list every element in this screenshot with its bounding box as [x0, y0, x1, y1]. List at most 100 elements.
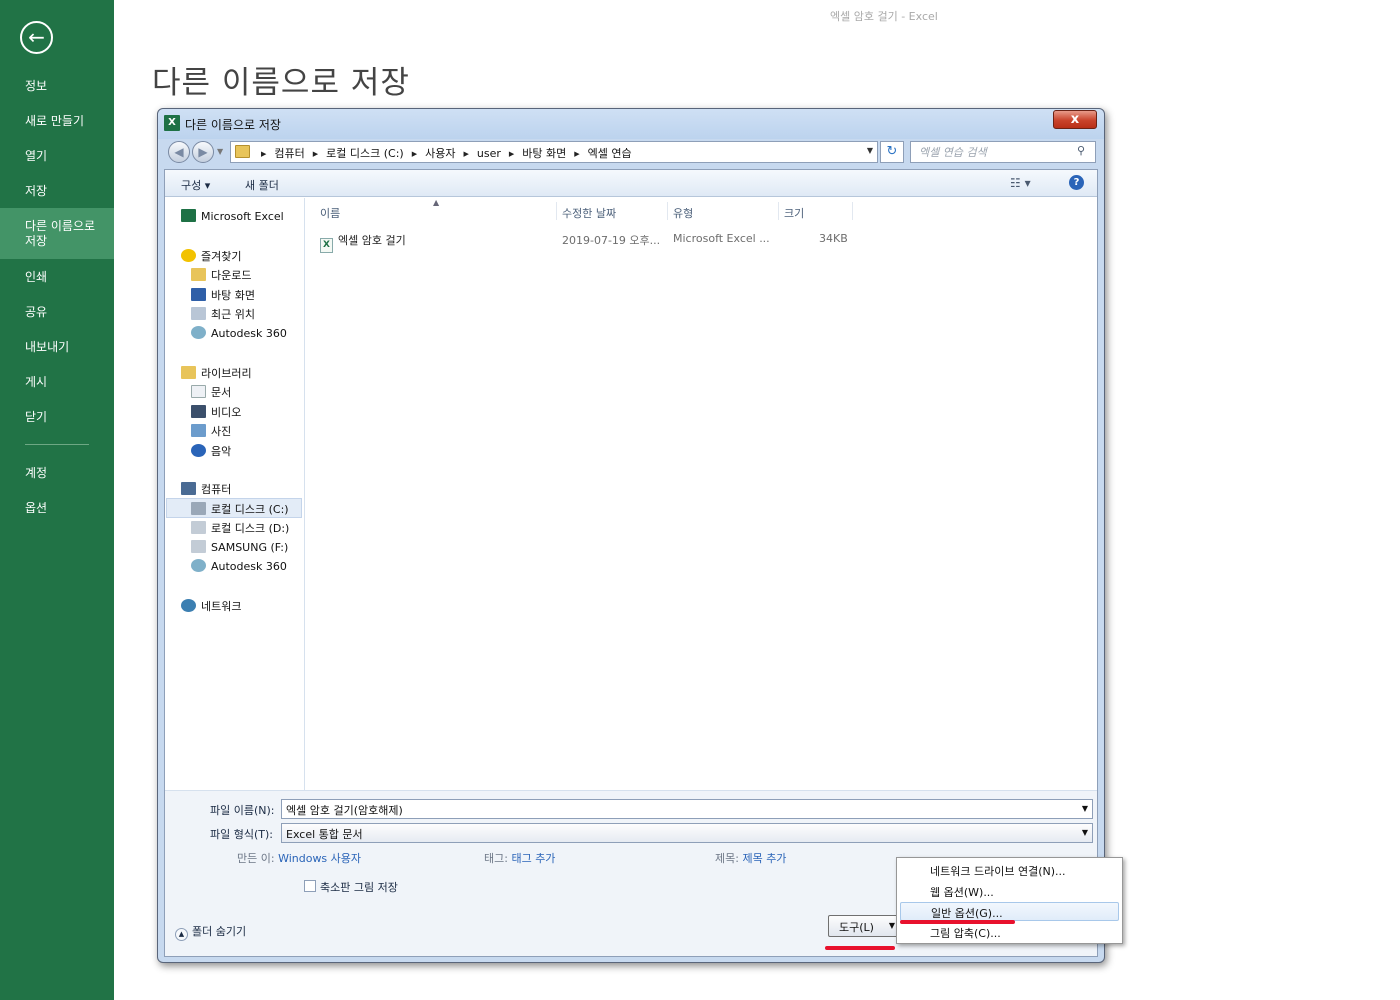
star-icon	[181, 249, 196, 262]
nav-publish[interactable]: 게시	[0, 375, 114, 390]
address-bar[interactable]: ▶ 컴퓨터 ▶ 로컬 디스크 (C:) ▶ 사용자 ▶ user ▶ 바탕 화면 ▶ 엑셀 연습 ▼	[230, 141, 878, 163]
title-field: 제목: 제목 추가	[715, 852, 787, 865]
nav-pane-network[interactable]: 네트워크	[181, 598, 241, 614]
removable-drive-icon	[191, 540, 206, 553]
save-thumbnail-checkbox[interactable]	[304, 880, 316, 892]
nav-pane-microsoft-excel[interactable]: Microsoft Excel	[181, 209, 284, 223]
chevron-down-icon[interactable]: ▼	[1082, 804, 1088, 813]
nav-export[interactable]: 내보내기	[0, 340, 114, 355]
filetype-select[interactable]: Excel 통합 문서 ▼	[281, 823, 1093, 843]
view-options-icon[interactable]: ☷ ▾	[1010, 176, 1031, 190]
authors-value[interactable]: Windows 사용자	[278, 852, 361, 865]
breadcrumb-separator-icon[interactable]: ▶	[574, 150, 579, 158]
excel-icon	[181, 209, 196, 222]
breadcrumb-separator-icon[interactable]: ▶	[412, 150, 417, 158]
nav-pane-recent-places[interactable]: 최근 위치	[191, 306, 255, 322]
computer-icon	[181, 482, 196, 495]
nav-pane-pictures[interactable]: 사진	[191, 423, 231, 439]
save-thumbnail-label: 축소판 그림 저장	[320, 881, 398, 894]
nav-pane-computer[interactable]: 컴퓨터	[181, 481, 231, 497]
search-icon[interactable]: ⚲	[1077, 144, 1085, 157]
menu-web-options[interactable]: 웹 옵션(W)...	[900, 882, 1119, 901]
file-row-name[interactable]: X 엑셀 암호 걸기	[320, 232, 406, 253]
music-icon	[191, 444, 206, 457]
nav-pane-autodesk-360[interactable]: Autodesk 360	[191, 559, 287, 573]
nav-account[interactable]: 계정	[0, 466, 114, 481]
file-row-modified: 2019-07-19 오후...	[562, 234, 661, 247]
address-dropdown-icon[interactable]: ▼	[867, 146, 873, 155]
file-list: ▲ 이름 수정한 날짜 유형 크기 X 엑셀 암호 걸기 2019-07-19 오…	[306, 198, 1097, 790]
menu-compress-pictures[interactable]: 그림 압축(C)...	[900, 923, 1119, 942]
back-arrow-icon[interactable]: ←	[20, 21, 53, 54]
nav-share[interactable]: 공유	[0, 305, 114, 320]
nav-pane-music[interactable]: 음악	[191, 443, 231, 459]
breadcrumb-desktop[interactable]: 바탕 화면	[522, 147, 566, 160]
file-row-type: Microsoft Excel ...	[673, 232, 770, 245]
dialog-body: 구성 ▾ 새 폴더 ☷ ▾ ? Microsoft Excel 즐겨찾기 다운로…	[164, 169, 1098, 957]
new-folder-button[interactable]: 새 폴더	[245, 177, 279, 193]
title-value[interactable]: 제목 추가	[742, 852, 786, 865]
folder-icon	[235, 145, 250, 158]
library-icon	[181, 366, 196, 379]
filename-input[interactable]: 엑셀 암호 걸기(암호해제) ▼	[281, 799, 1093, 819]
nav-pane-desktop[interactable]: 바탕 화면	[191, 287, 255, 303]
nav-pane-local-disk-c[interactable]: 로컬 디스크 (C:)	[166, 498, 302, 518]
column-divider[interactable]	[778, 202, 779, 220]
column-name[interactable]: 이름	[320, 205, 340, 221]
nav-close[interactable]: 닫기	[0, 410, 114, 425]
breadcrumb-separator-icon[interactable]: ▶	[261, 150, 266, 158]
nav-pane-libraries[interactable]: 라이브러리	[181, 365, 252, 381]
breadcrumb-separator-icon[interactable]: ▶	[509, 150, 514, 158]
column-type[interactable]: 유형	[673, 205, 693, 221]
breadcrumb-users[interactable]: 사용자	[425, 147, 455, 160]
dialog-titlebar[interactable]: X 다른 이름으로 저장 x	[158, 109, 1104, 139]
nav-print[interactable]: 인쇄	[0, 270, 114, 285]
column-divider[interactable]	[556, 202, 557, 220]
chevron-down-icon[interactable]: ▼	[1082, 828, 1088, 837]
forward-icon[interactable]: ▶	[192, 141, 214, 163]
filename-label: 파일 이름(N):	[210, 804, 275, 817]
nav-pane-local-disk-d[interactable]: 로컬 디스크 (D:)	[191, 520, 289, 536]
column-divider[interactable]	[852, 202, 853, 220]
nav-pane-autodesk-360-fav[interactable]: Autodesk 360	[191, 326, 287, 340]
excel-icon: X	[164, 115, 180, 131]
refresh-icon[interactable]: ↻	[880, 141, 904, 163]
breadcrumb-user[interactable]: user	[477, 147, 501, 160]
nav-info[interactable]: 정보	[0, 79, 114, 94]
menu-map-network-drive[interactable]: 네트워크 드라이브 연결(N)...	[900, 861, 1119, 880]
nav-pane-videos[interactable]: 비디오	[191, 404, 241, 420]
close-button[interactable]: x	[1053, 110, 1097, 129]
breadcrumb-separator-icon[interactable]: ▶	[463, 150, 468, 158]
nav-pane-documents[interactable]: 문서	[191, 384, 231, 400]
tools-menu: 네트워크 드라이브 연결(N)... 웹 옵션(W)... 일반 옵션(G)..…	[896, 857, 1123, 944]
desktop-icon	[191, 288, 206, 301]
tools-button[interactable]: 도구(L) ▼	[828, 915, 900, 937]
column-size[interactable]: 크기	[784, 205, 804, 221]
nav-save[interactable]: 저장	[0, 184, 114, 199]
help-icon[interactable]: ?	[1069, 175, 1084, 190]
column-date-modified[interactable]: 수정한 날짜	[562, 205, 616, 221]
nav-pane-favorites[interactable]: 즐겨찾기	[181, 248, 241, 264]
breadcrumb-separator-icon[interactable]: ▶	[313, 150, 318, 158]
annotation-underline-general-options	[900, 920, 1015, 924]
authors-field: 만든 이: Windows 사용자	[237, 852, 362, 865]
back-icon[interactable]: ◀	[168, 141, 190, 163]
nav-pane-downloads[interactable]: 다운로드	[191, 267, 251, 283]
recent-pages-dropdown-icon[interactable]: ▼	[217, 147, 223, 156]
nav-save-as[interactable]: 다른 이름으로 저장	[0, 208, 114, 259]
excel-file-icon: X	[320, 238, 333, 253]
column-divider[interactable]	[667, 202, 668, 220]
nav-pane-samsung-f[interactable]: SAMSUNG (F:)	[191, 540, 288, 554]
nav-new[interactable]: 새로 만들기	[0, 114, 114, 129]
nav-options[interactable]: 옵션	[0, 501, 114, 516]
search-input[interactable]	[910, 141, 1096, 163]
tags-value[interactable]: 태그 추가	[511, 852, 555, 865]
breadcrumb-computer[interactable]: 컴퓨터	[274, 147, 304, 160]
annotation-underline-tools	[825, 946, 895, 950]
breadcrumb-local-disk-c[interactable]: 로컬 디스크 (C:)	[326, 147, 404, 160]
breadcrumb-excel-practice[interactable]: 엑셀 연습	[588, 147, 632, 160]
organize-button[interactable]: 구성 ▾	[181, 177, 210, 193]
nav-open[interactable]: 열기	[0, 149, 114, 164]
hide-folders-button[interactable]: ▲ 폴더 숨기기	[175, 923, 246, 941]
menu-general-options[interactable]: 일반 옵션(G)...	[900, 902, 1119, 921]
